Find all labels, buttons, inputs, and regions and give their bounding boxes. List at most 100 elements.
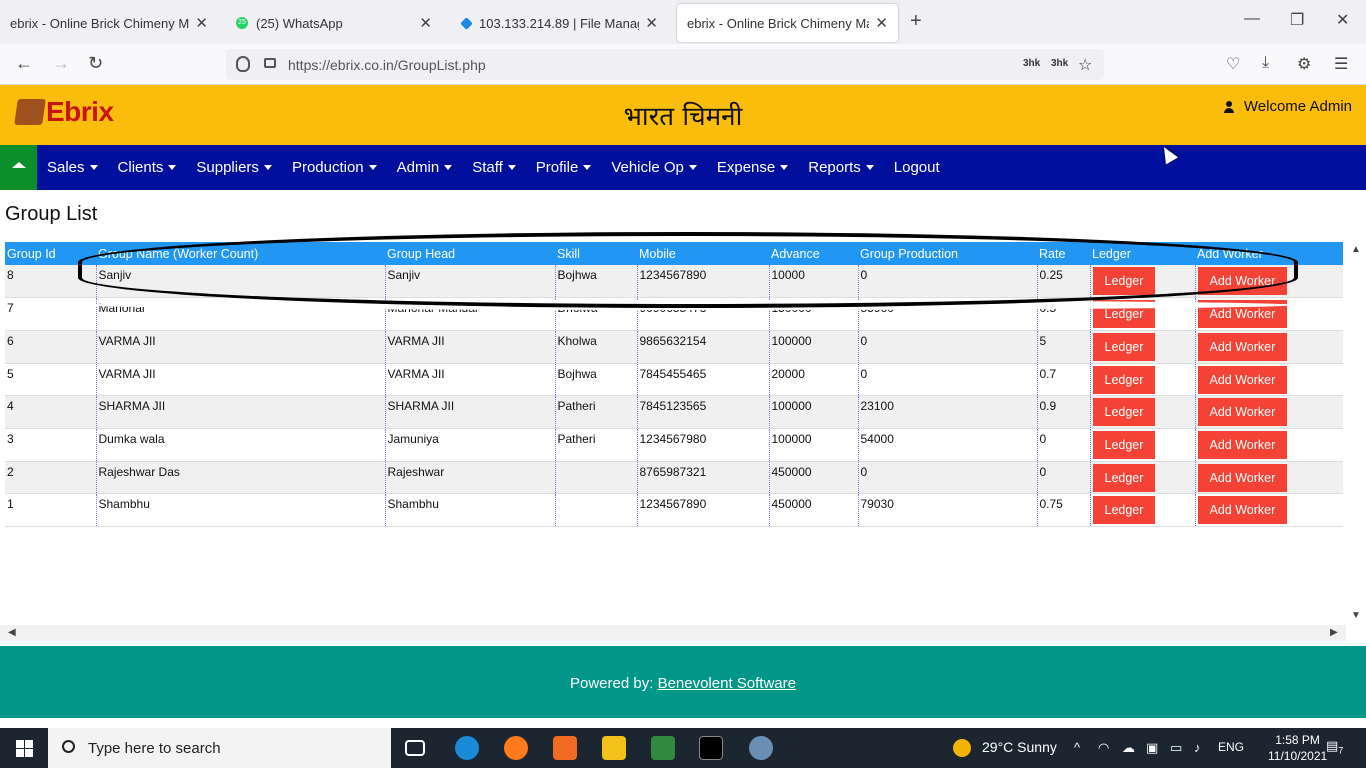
battery-icon[interactable]: ▭ bbox=[1170, 740, 1182, 756]
cell-mobile: 1234567890 bbox=[636, 493, 769, 527]
add-worker-button[interactable]: Add Worker bbox=[1197, 430, 1288, 459]
spreadsheet-icon[interactable] bbox=[651, 736, 675, 760]
extension-3hk-icon[interactable]: 3hk bbox=[1023, 58, 1040, 69]
taskbar-search[interactable]: Type here to search bbox=[48, 728, 391, 768]
nav-sales[interactable]: Sales bbox=[37, 159, 108, 176]
close-icon[interactable]: ✕ bbox=[419, 14, 432, 32]
weather-text[interactable]: 29°C Sunny bbox=[982, 739, 1057, 755]
ledger-button[interactable]: Ledger bbox=[1092, 365, 1156, 394]
browser-tab-ebrix-active[interactable]: ebrix - Online Brick Chimeny Manag ✕ bbox=[677, 4, 898, 42]
add-worker-button[interactable]: Add Worker bbox=[1197, 496, 1288, 525]
file-explorer-icon[interactable] bbox=[602, 736, 626, 760]
scroll-right-icon[interactable]: ▶ bbox=[1330, 627, 1338, 638]
vertical-scrollbar[interactable]: ▲ ▼ bbox=[1346, 242, 1366, 627]
ledger-button[interactable]: Ledger bbox=[1092, 430, 1156, 459]
reload-icon[interactable]: ↻ bbox=[88, 53, 103, 74]
wifi-icon[interactable]: ◠ bbox=[1098, 740, 1109, 756]
volume-icon[interactable]: ♪ bbox=[1194, 740, 1201, 755]
ledger-button[interactable]: Ledger bbox=[1092, 332, 1156, 361]
weather-sun-icon[interactable] bbox=[953, 739, 971, 757]
col-header[interactable]: Add Worker bbox=[1195, 242, 1343, 265]
col-header[interactable]: Group Name (Worker Count) bbox=[96, 242, 385, 265]
windows-start-icon[interactable] bbox=[16, 740, 33, 757]
scroll-left-icon[interactable]: ◀ bbox=[8, 627, 16, 638]
menu-icon[interactable]: ☰ bbox=[1334, 54, 1348, 74]
url-text: https://ebrix.co.in/GroupList.php bbox=[288, 56, 486, 73]
task-view-icon[interactable] bbox=[405, 740, 425, 756]
new-tab-icon[interactable]: + bbox=[910, 10, 922, 33]
extension-3hk-icon[interactable]: 3hk bbox=[1051, 58, 1068, 69]
system-clock[interactable]: 1:58 PM 11/10/2021 bbox=[1268, 732, 1327, 764]
ledger-button[interactable]: Ledger bbox=[1092, 267, 1156, 295]
minimize-icon[interactable]: — bbox=[1244, 10, 1260, 28]
nav-profile[interactable]: Profile bbox=[526, 159, 602, 176]
cell-mobile: 7845455465 bbox=[636, 363, 769, 397]
notification-count: 7 bbox=[1338, 745, 1344, 756]
xampp-icon[interactable] bbox=[553, 736, 577, 760]
firefox-icon[interactable] bbox=[504, 736, 528, 760]
language-indicator[interactable]: ENG bbox=[1218, 740, 1244, 754]
edge-icon[interactable] bbox=[455, 736, 479, 760]
col-header[interactable]: Skill bbox=[555, 242, 637, 265]
col-header[interactable]: Ledger bbox=[1090, 242, 1195, 265]
download-icon[interactable]: ⤓ bbox=[1262, 54, 1269, 72]
nav-label: Sales bbox=[47, 159, 85, 176]
nav-expense[interactable]: Expense bbox=[707, 159, 798, 176]
cell-name: SHARMA JII bbox=[95, 395, 385, 429]
star-icon[interactable]: ☆ bbox=[1078, 55, 1092, 75]
nav-logout[interactable]: Logout bbox=[884, 159, 950, 176]
nav-admin[interactable]: Admin bbox=[387, 159, 463, 176]
col-header[interactable]: Mobile bbox=[637, 242, 769, 265]
cell-id: 4 bbox=[5, 395, 96, 429]
notifications-icon[interactable]: ▤7 bbox=[1326, 738, 1343, 756]
horizontal-scrollbar[interactable]: ◀ ▶ bbox=[0, 625, 1346, 641]
back-icon[interactable]: ← bbox=[15, 53, 33, 74]
nav-production[interactable]: Production bbox=[282, 159, 387, 176]
ledger-button[interactable]: Ledger bbox=[1092, 463, 1156, 492]
window-close-icon[interactable]: ✕ bbox=[1336, 10, 1349, 30]
scroll-up-icon[interactable]: ▲ bbox=[1351, 244, 1361, 255]
col-header[interactable]: Advance bbox=[769, 242, 858, 265]
col-header[interactable]: Group Head bbox=[385, 242, 555, 265]
add-worker-button[interactable]: Add Worker bbox=[1197, 398, 1288, 427]
address-bar[interactable]: https://ebrix.co.in/GroupList.php 3hk 3h… bbox=[226, 49, 1104, 80]
add-worker-button[interactable]: Add Worker bbox=[1197, 267, 1288, 295]
col-header[interactable]: Group Production bbox=[858, 242, 1037, 265]
close-icon[interactable]: ✕ bbox=[875, 14, 888, 32]
forward-icon[interactable]: → bbox=[52, 53, 70, 74]
nav-suppliers[interactable]: Suppliers bbox=[186, 159, 282, 176]
add-worker-button[interactable]: Add Worker bbox=[1197, 332, 1288, 361]
footer-link[interactable]: Benevolent Software bbox=[658, 675, 796, 692]
network-app-icon[interactable] bbox=[749, 736, 773, 760]
col-header[interactable]: Group Id bbox=[5, 242, 96, 265]
nav-reports[interactable]: Reports bbox=[798, 159, 884, 176]
col-header[interactable]: Rate bbox=[1037, 242, 1090, 265]
terminal-icon[interactable] bbox=[699, 736, 723, 760]
home-button[interactable] bbox=[0, 145, 37, 320]
add-worker-button[interactable]: Add Worker bbox=[1197, 365, 1288, 394]
chevron-up-icon[interactable]: ^ bbox=[1074, 740, 1080, 755]
extension-icon[interactable]: ⚙ bbox=[1297, 54, 1311, 74]
browser-tab-ebrix-1[interactable]: ebrix - Online Brick Chimeny Manag ✕ bbox=[0, 4, 218, 42]
close-icon[interactable]: ✕ bbox=[195, 14, 208, 32]
close-icon[interactable]: ✕ bbox=[645, 14, 658, 32]
cell-id: 8 bbox=[5, 265, 96, 299]
restore-icon[interactable]: ❐ bbox=[1290, 10, 1304, 30]
nav-vehicle-op[interactable]: Vehicle Op bbox=[601, 159, 707, 176]
footer-prefix: Powered by: bbox=[570, 675, 654, 692]
ledger-button[interactable]: Ledger bbox=[1092, 496, 1156, 525]
browser-tab-filemanager[interactable]: 103.133.214.89 | File Manager | D ✕ bbox=[452, 4, 668, 42]
meet-icon[interactable]: ▣ bbox=[1146, 740, 1158, 756]
cell-add-worker: Add Worker bbox=[1194, 493, 1343, 527]
nav-clients[interactable]: Clients bbox=[108, 159, 187, 176]
ledger-button[interactable]: Ledger bbox=[1092, 398, 1156, 427]
pocket-icon[interactable]: ♡ bbox=[1226, 54, 1240, 74]
cloud-icon[interactable]: ☁ bbox=[1122, 740, 1135, 756]
nav-staff[interactable]: Staff bbox=[462, 159, 526, 176]
add-worker-button[interactable]: Add Worker bbox=[1197, 463, 1288, 492]
scroll-down-icon[interactable]: ▼ bbox=[1351, 610, 1361, 621]
cell-id: 7 bbox=[5, 297, 96, 331]
browser-tab-whatsapp[interactable]: 25 (25) WhatsApp ✕ bbox=[226, 4, 442, 42]
cell-name: Dumka wala bbox=[95, 428, 385, 462]
caret-down-icon bbox=[688, 165, 697, 170]
